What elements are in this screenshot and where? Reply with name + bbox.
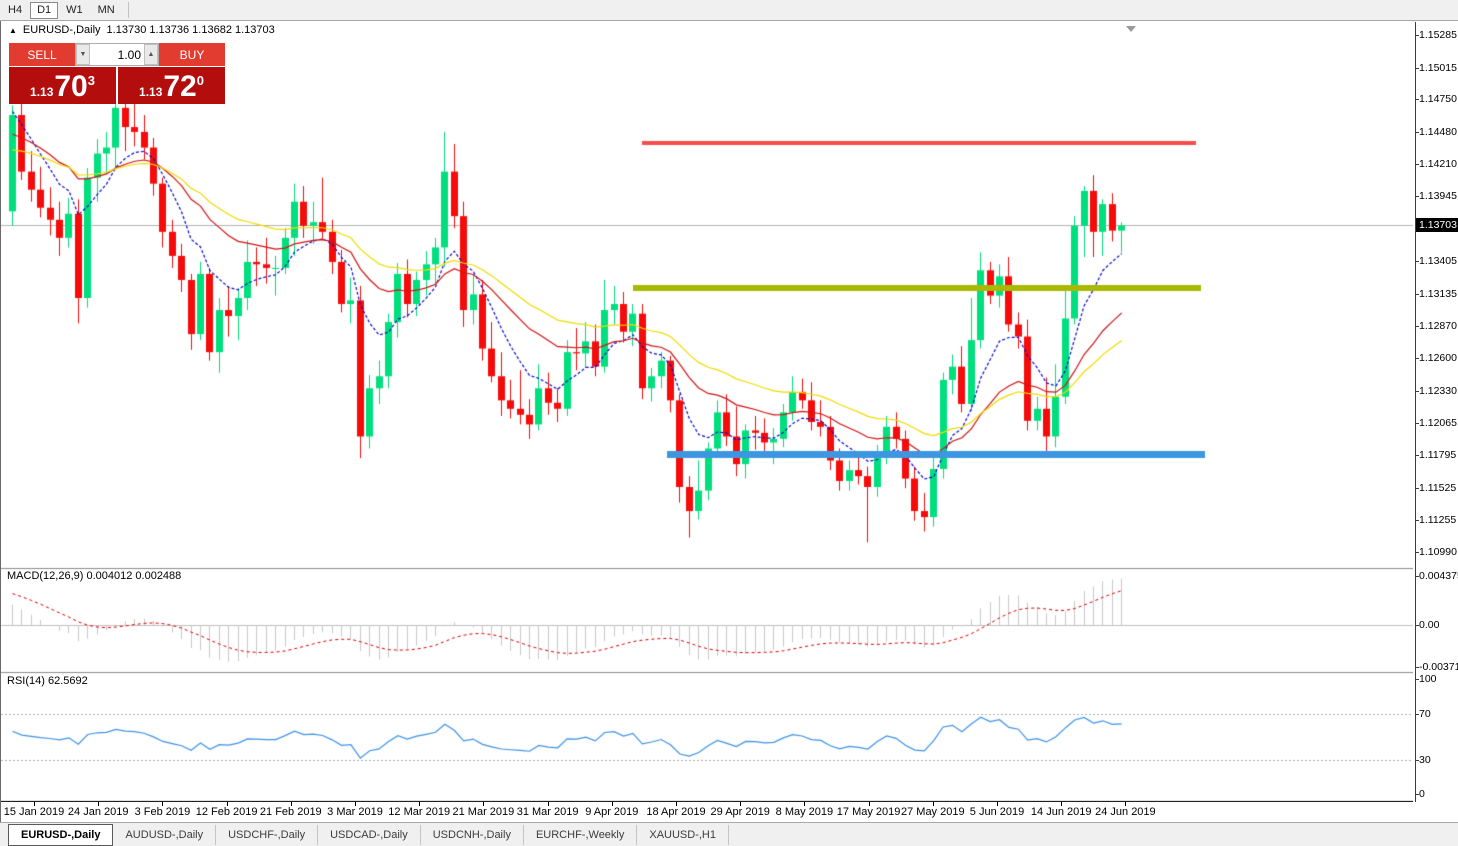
one-click-trade-panel: SELL ▼ ▲ BUY 1.13703 1.13720 — [9, 43, 225, 104]
price-tick-label: 1.10990 — [1416, 546, 1457, 558]
price-tick-label: 1.12330 — [1416, 384, 1457, 397]
rsi-scale-label: 100 — [1416, 673, 1437, 685]
sell-price-display[interactable]: 1.13 70 3 — [9, 67, 116, 104]
buy-price-prefix: 1.13 — [139, 85, 163, 99]
price-tick-label: 1.11255 — [1415, 514, 1457, 527]
price-tick-label: 1.11795 — [1415, 449, 1457, 462]
price-axis[interactable]: 1.13703 1.15285 1.15015 1.14750 1.14480 1.14… — [1415, 22, 1458, 802]
timeframe-button-w1[interactable]: W1 — [59, 1, 90, 19]
price-tick-label: 1.14750 — [1416, 93, 1457, 106]
chart-symbol-label: EURUSD-,Daily — [22, 24, 101, 36]
footer-tab-eurchf-weekly[interactable]: EURCHF-,Weekly — [524, 824, 638, 845]
volume-stepper: ▼ ▲ — [75, 43, 159, 66]
rsi-scale-label: 70 — [1416, 707, 1431, 720]
date-tick-label: 3 Feb 2019 — [125, 802, 199, 818]
footer-tab-eurusd-daily[interactable]: EURUSD-,Daily — [8, 823, 114, 846]
chart-window: ▲ EURUSD-,Daily 1.13730 1.13736 1.13682 … — [0, 21, 1458, 822]
date-tick-label: 21 Mar 2019 — [446, 802, 520, 818]
date-tick-label: 29 Apr 2019 — [703, 802, 777, 818]
collapse-arrow-icon[interactable]: ▲ — [9, 26, 17, 35]
sell-price-big: 70 — [54, 70, 88, 103]
price-tick-label: 1.12065 — [1416, 416, 1457, 429]
footer-tab-audusd-daily[interactable]: AUDUSD-,Daily — [113, 824, 217, 845]
date-tick-label: 21 Feb 2019 — [254, 802, 328, 818]
sell-price-prefix: 1.13 — [30, 85, 54, 99]
date-tick-label: 31 Mar 2019 — [511, 802, 585, 818]
date-tick-label: 8 May 2019 — [767, 802, 841, 818]
price-tick-label: 1.14210 — [1416, 158, 1457, 171]
date-tick-label: 27 May 2019 — [896, 802, 970, 818]
timeframe-button-h4[interactable]: H4 — [1, 1, 30, 19]
footer-tab-xauusd-h1[interactable]: XAUUSD-,H1 — [637, 824, 729, 845]
date-tick-label: 12 Feb 2019 — [190, 802, 264, 818]
date-tick-label: 17 May 2019 — [832, 802, 906, 818]
timeframe-toolbar: H4 D1 W1 MN — [0, 0, 1458, 21]
volume-decrease-icon[interactable]: ▼ — [76, 44, 90, 65]
date-tick-label: 3 Mar 2019 — [318, 802, 392, 818]
price-tick-label: 1.13405 — [1416, 255, 1457, 268]
timeframe-button-d1[interactable]: D1 — [30, 1, 59, 19]
toolbar-separator — [127, 2, 129, 18]
current-price-tag: 1.13703 — [1416, 218, 1458, 233]
chart-ohlc-label: 1.13730 1.13736 1.13682 1.13703 — [106, 24, 275, 36]
price-tick-label: 1.12870 — [1416, 319, 1457, 332]
price-tick-label: 1.13135 — [1416, 287, 1457, 300]
price-tick-label: 1.15285 — [1416, 29, 1457, 41]
main-chart-canvas[interactable] — [1, 22, 1413, 802]
buy-button[interactable]: BUY — [159, 43, 225, 66]
rsi-scale-label: 0 — [1416, 788, 1425, 800]
footer-tab-usdcad-daily[interactable]: USDCAD-,Daily — [318, 824, 421, 845]
date-tick-label: 24 Jan 2019 — [61, 802, 135, 818]
price-tick-label: 1.13945 — [1416, 190, 1457, 203]
footer-tab-usdcnh-daily[interactable]: USDCNH-,Daily — [421, 824, 524, 845]
date-tick-label: 14 Jun 2019 — [1024, 802, 1098, 818]
chart-title: ▲ EURUSD-,Daily 1.13730 1.13736 1.13682 … — [9, 24, 275, 36]
rsi-indicator-label: RSI(14) 62.5692 — [7, 675, 88, 687]
sell-price-sup: 3 — [87, 73, 95, 88]
macd-scale-label: -0.00371 — [1415, 661, 1458, 673]
date-tick-label: 5 Jun 2019 — [960, 802, 1034, 818]
date-tick-label: 24 Jun 2019 — [1088, 802, 1162, 818]
footer-tab-usdchf-daily[interactable]: USDCHF-,Daily — [216, 824, 319, 845]
volume-input[interactable] — [90, 44, 144, 65]
buy-price-sup: 0 — [196, 73, 204, 88]
price-tick-label: 1.14480 — [1416, 125, 1457, 138]
date-axis[interactable]: 15 Jan 2019 24 Jan 2019 3 Feb 2019 12 Feb 2… — [1, 802, 1415, 822]
date-tick-label: 12 Mar 2019 — [382, 802, 456, 818]
timeframe-button-mn[interactable]: MN — [90, 1, 122, 19]
price-tick-label: 1.15015 — [1416, 61, 1457, 74]
buy-price-big: 72 — [163, 70, 197, 103]
chart-tab-bar: EURUSD-,Daily AUDUSD-,Daily USDCHF-,Daily U… — [0, 822, 1458, 846]
volume-increase-icon[interactable]: ▲ — [144, 44, 158, 65]
sell-button[interactable]: SELL — [9, 43, 75, 66]
macd-scale-label: 0.00 — [1415, 619, 1440, 631]
price-tick-label: 1.12600 — [1416, 352, 1457, 365]
macd-scale-label: 0.004375 — [1416, 570, 1458, 582]
macd-indicator-label: MACD(12,26,9) 0.004012 0.002488 — [7, 570, 182, 582]
date-tick-label: 9 Apr 2019 — [575, 802, 649, 818]
price-tick-label: 1.11525 — [1415, 481, 1457, 494]
buy-price-display[interactable]: 1.13 72 0 — [118, 67, 225, 104]
rsi-scale-label: 30 — [1416, 753, 1431, 766]
chart-shift-marker-icon — [1126, 26, 1136, 32]
date-tick-label: 18 Apr 2019 — [639, 802, 713, 818]
